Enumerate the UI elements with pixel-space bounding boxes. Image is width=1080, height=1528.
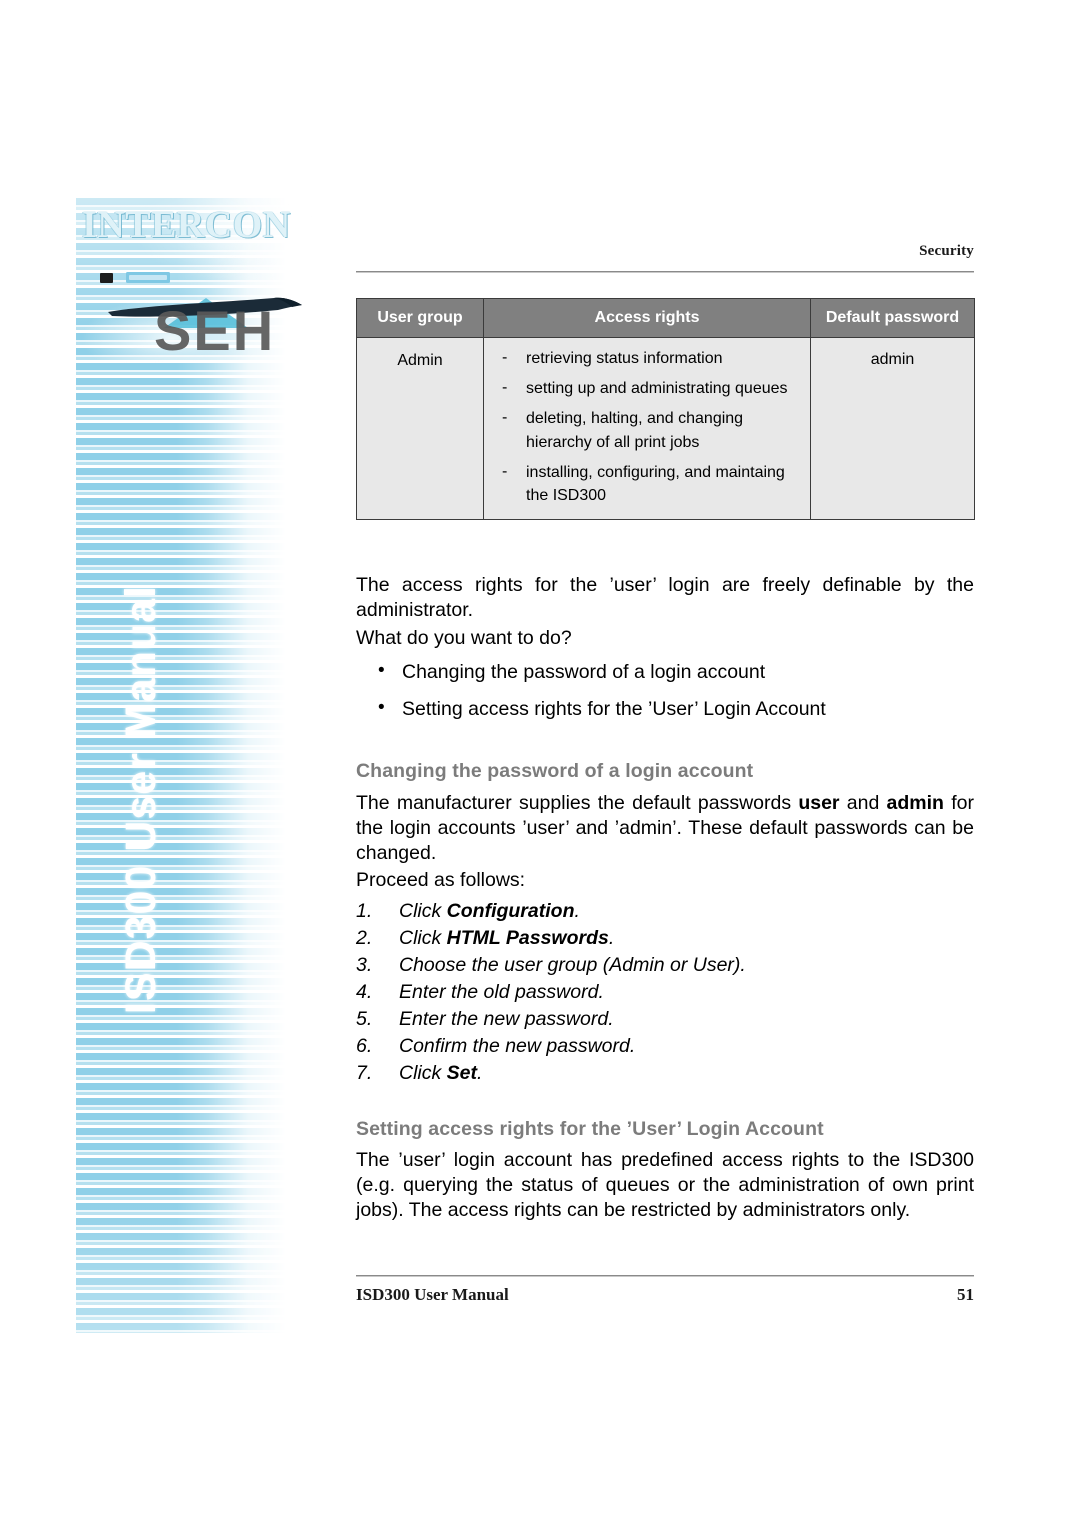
step-text: Click bbox=[399, 1062, 447, 1084]
page-footer: ISD300 User Manual 51 bbox=[356, 1285, 974, 1305]
step-number: 1. bbox=[356, 900, 373, 922]
list-item: 4. Enter the old password. bbox=[356, 979, 974, 1006]
sidebar-stripe-texture bbox=[76, 198, 286, 1333]
list-item: - setting up and administrating queues bbox=[492, 377, 802, 400]
list-item: 3. Choose the user group (Admin or User). bbox=[356, 952, 974, 979]
device-illustration-icon bbox=[100, 272, 170, 283]
dash-marker: - bbox=[502, 409, 508, 427]
step-number: 2. bbox=[356, 927, 373, 949]
step-text: Click bbox=[399, 900, 447, 922]
list-item: - retrieving status information bbox=[492, 347, 802, 370]
proceed-as-follows-label: Proceed as follows: bbox=[356, 869, 526, 891]
section1-paragraph: The manufacturer supplies the default pa… bbox=[356, 791, 974, 866]
list-item-label: Setting access rights for the ’User’ Log… bbox=[402, 698, 826, 720]
running-head: Security bbox=[919, 243, 974, 259]
inline-bold-admin: admin bbox=[886, 792, 944, 814]
column-header-user-group: User group bbox=[356, 298, 484, 338]
paragraph-text: and bbox=[839, 792, 887, 814]
table-header-row: User group Access rights Default passwor… bbox=[356, 298, 975, 338]
step-text-after: . bbox=[608, 927, 615, 949]
step-number: 6. bbox=[356, 1035, 373, 1057]
logo-intercon-wordmark: INTERCON bbox=[82, 204, 291, 246]
footer-page-number: 51 bbox=[957, 1285, 974, 1304]
sidebar-decorative-graphic: INTERCON SEH bbox=[76, 198, 316, 1333]
procedure-step-list: 1. Click Configuration. 2. Click HTML Pass… bbox=[356, 898, 974, 1087]
list-item: 7. Click Set. bbox=[356, 1060, 974, 1087]
step-bold-label: HTML Passwords bbox=[446, 927, 609, 949]
list-item: 5. Enter the new password. bbox=[356, 1006, 974, 1033]
dash-marker: - bbox=[502, 349, 508, 366]
cell-access-rights: - retrieving status information - settin… bbox=[483, 336, 811, 521]
step-text: Click bbox=[399, 927, 447, 949]
step-text: Enter the new password. bbox=[399, 1008, 614, 1030]
step-text: Confirm the new password. bbox=[399, 1035, 636, 1057]
step-text-after: . bbox=[574, 900, 580, 922]
step-number: 5. bbox=[356, 1008, 373, 1030]
column-header-default-password: Default password bbox=[810, 298, 975, 338]
step-text-after: . bbox=[477, 1062, 483, 1084]
brand-logo: INTERCON SEH bbox=[76, 198, 316, 363]
list-item: - installing, configuring, and maintaing… bbox=[492, 461, 802, 507]
step-text: Choose the user group (Admin or User). bbox=[399, 954, 746, 976]
step-text: Enter the old password. bbox=[399, 981, 604, 1003]
paragraph-text: The manufacturer supplies the default pa… bbox=[356, 792, 799, 814]
list-item-label: retrieving status information bbox=[526, 350, 723, 367]
list-item: • Setting access rights for the ’User’ L… bbox=[356, 697, 974, 722]
step-bold-label: Set bbox=[446, 1062, 478, 1084]
bullet-marker: • bbox=[378, 697, 385, 718]
table-row: Admin - retrieving status information - … bbox=[356, 336, 975, 521]
step-bold-label: Configuration bbox=[446, 900, 575, 922]
list-item-label: deleting, halting, and changing hierarch… bbox=[526, 410, 744, 451]
list-item-label: Changing the password of a login account bbox=[402, 661, 766, 683]
dash-marker: - bbox=[502, 379, 508, 397]
list-item: 6. Confirm the new password. bbox=[356, 1033, 974, 1060]
intro-paragraph: The access rights for the ’user’ login a… bbox=[356, 574, 974, 621]
step-number: 3. bbox=[356, 954, 373, 976]
list-item: • Changing the password of a login accou… bbox=[356, 660, 974, 685]
list-item-label: installing, configuring, and maintaing t… bbox=[526, 463, 785, 504]
bullet-marker: • bbox=[378, 660, 385, 681]
step-number: 4. bbox=[356, 981, 373, 1003]
section-heading-setting-access-rights: Setting access rights for the ’User’ Log… bbox=[356, 1118, 824, 1140]
logo-seh-wordmark: SEH bbox=[154, 299, 276, 362]
access-rights-table: User group Access rights Default passwor… bbox=[356, 298, 975, 521]
inline-bold-user: user bbox=[798, 792, 840, 814]
list-item: 2. Click HTML Passwords. bbox=[356, 925, 974, 952]
footer-rule bbox=[356, 1275, 974, 1277]
column-header-access-rights: Access rights bbox=[483, 298, 811, 338]
list-item: - deleting, halting, and changing hierar… bbox=[492, 407, 802, 453]
section2-paragraph: The ’user’ login account has predefined … bbox=[356, 1149, 974, 1221]
task-bullet-list: • Changing the password of a login accou… bbox=[356, 660, 974, 734]
cell-user-group: Admin bbox=[356, 336, 484, 521]
step-number: 7. bbox=[356, 1062, 373, 1084]
what-do-you-want-label: What do you want to do? bbox=[356, 627, 572, 649]
cell-default-password: admin bbox=[810, 336, 975, 521]
list-item: 1. Click Configuration. bbox=[356, 898, 974, 925]
access-rights-list: - retrieving status information - settin… bbox=[492, 347, 802, 507]
footer-manual-title: ISD300 User Manual bbox=[356, 1285, 509, 1304]
section-heading-changing-password: Changing the password of a login account bbox=[356, 760, 754, 782]
list-item-label: setting up and administrating queues bbox=[526, 380, 788, 398]
header-rule bbox=[356, 271, 974, 273]
dash-marker: - bbox=[502, 462, 508, 480]
